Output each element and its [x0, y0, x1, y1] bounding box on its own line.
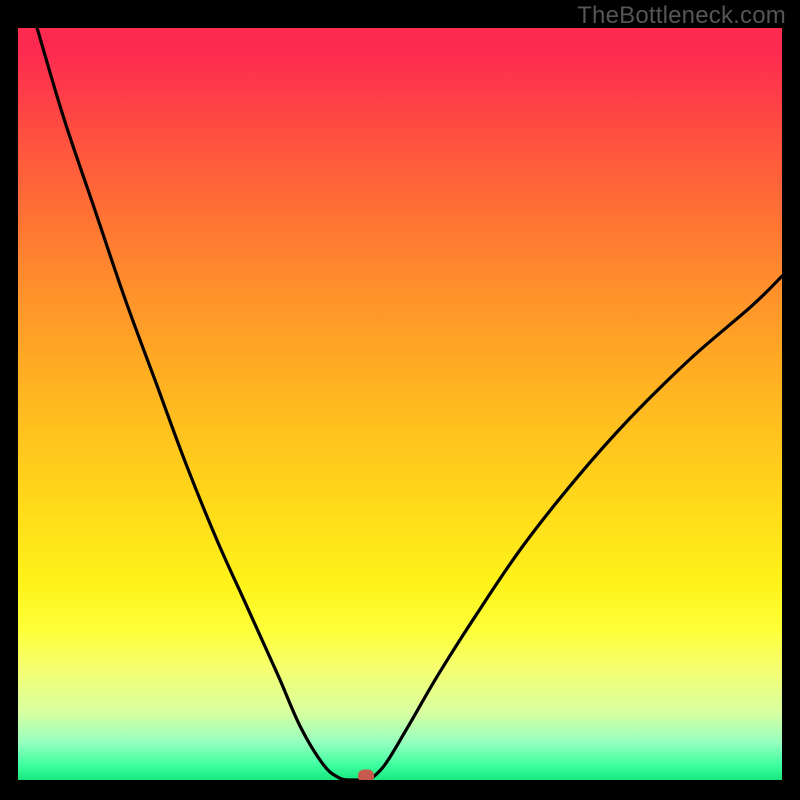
- minimum-marker: [358, 770, 374, 781]
- bottleneck-curve: [18, 28, 782, 780]
- watermark-text: TheBottleneck.com: [577, 2, 786, 30]
- chart-frame: TheBottleneck.com: [0, 0, 800, 800]
- plot-area: [18, 28, 782, 780]
